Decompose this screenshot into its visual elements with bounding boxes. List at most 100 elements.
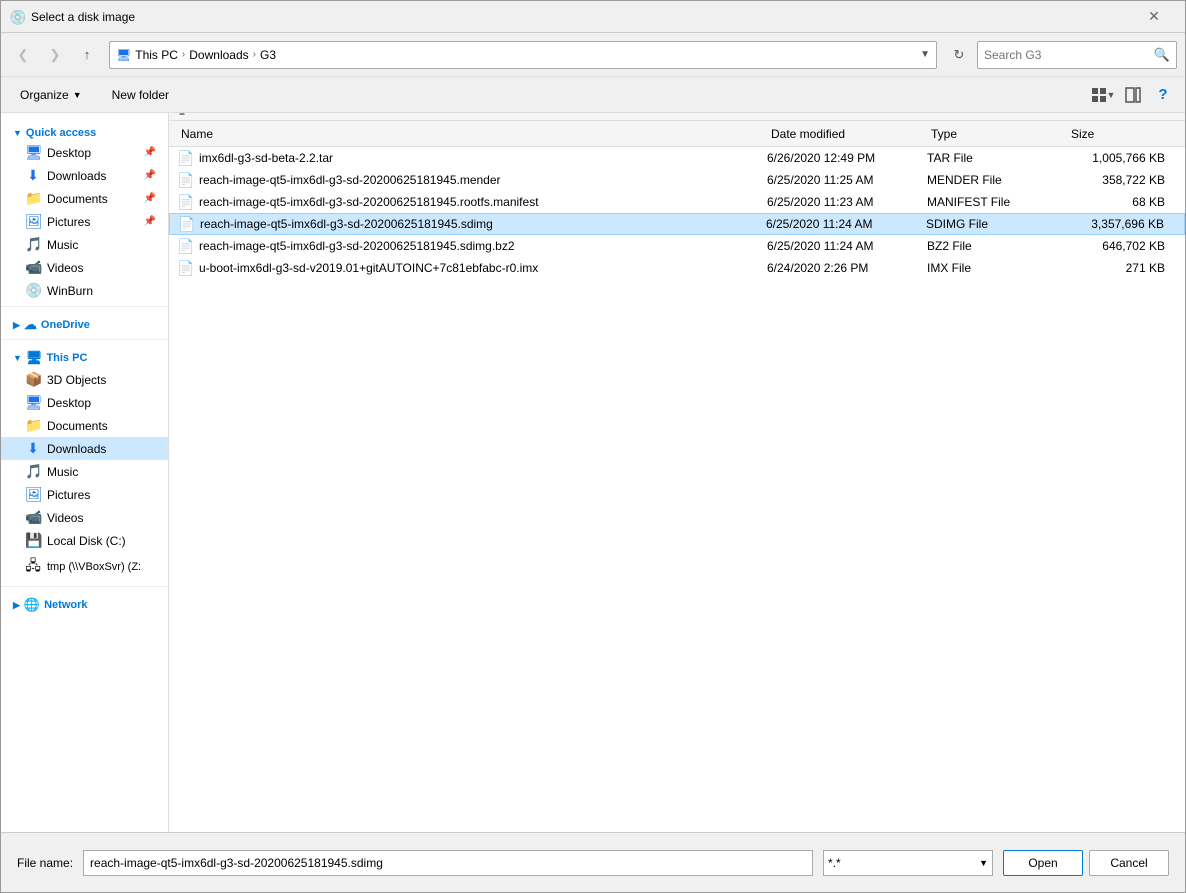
thispc-icon: 🖥 bbox=[26, 350, 43, 366]
sidebar-item-tmp-drive[interactable]: 🖧 tmp (\\VBoxSvr) (Z: bbox=[1, 552, 168, 582]
file-icon-5: 📄 bbox=[177, 260, 193, 277]
file-icon-3: 📄 bbox=[178, 216, 194, 233]
filename-label: File name: bbox=[17, 856, 73, 870]
divider-2 bbox=[1, 339, 168, 340]
sidebar-item-3dobjects[interactable]: 📦 3D Objects bbox=[1, 368, 168, 391]
col-header-name[interactable]: Name bbox=[177, 127, 767, 141]
sidebar-item-local-disk[interactable]: 💾 Local Disk (C:) bbox=[1, 529, 168, 552]
sidebar-item-music-quick[interactable]: 🎵 Music bbox=[1, 233, 168, 256]
file-name-4: reach-image-qt5-imx6dl-g3-sd-20200625181… bbox=[199, 239, 767, 253]
file-item-5[interactable]: 📄 u-boot-imx6dl-g3-sd-v2019.01+gitAUTOIN… bbox=[169, 257, 1185, 279]
breadcrumb-dropdown[interactable]: ▼ bbox=[920, 49, 930, 60]
view-icon bbox=[1091, 87, 1107, 103]
pictures-icon: 🖼 bbox=[25, 213, 41, 230]
new-folder-button[interactable]: New folder bbox=[101, 82, 180, 108]
file-item-0[interactable]: 📄 imx6dl-g3-sd-beta-2.2.tar 6/26/2020 12… bbox=[169, 147, 1185, 169]
up-button[interactable]: ↑ bbox=[73, 41, 101, 69]
action-buttons: Open Cancel bbox=[1003, 850, 1169, 876]
onedrive-header[interactable]: ▶ ☁ OneDrive bbox=[1, 311, 168, 335]
close-button[interactable]: ✕ bbox=[1131, 1, 1177, 33]
sidebar-item-pictures-quick[interactable]: 🖼 Pictures 📌 bbox=[1, 210, 168, 233]
file-type-4: BZ2 File bbox=[927, 239, 1067, 253]
col-header-date[interactable]: Date modified bbox=[767, 127, 927, 141]
file-icon-2: 📄 bbox=[177, 194, 193, 211]
file-date-5: 6/24/2020 2:26 PM bbox=[767, 261, 927, 275]
file-size-4: 646,702 KB bbox=[1067, 239, 1177, 253]
file-date-4: 6/25/2020 11:24 AM bbox=[767, 239, 927, 253]
title-bar: 💿 Select a disk image ✕ bbox=[1, 1, 1185, 33]
file-type-0: TAR File bbox=[927, 151, 1067, 165]
thispc-header[interactable]: ▼ 🖥 This PC bbox=[1, 344, 168, 368]
breadcrumb-g3[interactable]: G3 bbox=[260, 48, 276, 62]
dialog-window: 💿 Select a disk image ✕ ❮ ❯ ↑ 🖥 This PC … bbox=[0, 0, 1186, 893]
file-size-0: 1,005,766 KB bbox=[1067, 151, 1177, 165]
filetype-dropdown[interactable]: *.* ▼ bbox=[823, 850, 993, 876]
pin-icon-downloads: 📌 bbox=[144, 170, 156, 181]
file-item-1[interactable]: 📄 reach-image-qt5-imx6dl-g3-sd-202006251… bbox=[169, 169, 1185, 191]
file-icon-1: 📄 bbox=[177, 172, 193, 189]
sidebar-item-videos-quick[interactable]: 📹 Videos bbox=[1, 256, 168, 279]
videos-icon-2: 📹 bbox=[25, 509, 41, 526]
cancel-button[interactable]: Cancel bbox=[1089, 850, 1169, 876]
col-header-size[interactable]: Size bbox=[1067, 127, 1177, 141]
file-type-2: MANIFEST File bbox=[927, 195, 1067, 209]
downloads-icon: ⬇ bbox=[25, 167, 41, 184]
open-button[interactable]: Open bbox=[1003, 850, 1083, 876]
search-icon: 🔍 bbox=[1154, 47, 1170, 63]
pin-icon-documents: 📌 bbox=[144, 193, 156, 204]
preview-pane-button[interactable] bbox=[1119, 82, 1147, 108]
disk-image-icon: 💿 bbox=[9, 9, 25, 25]
sidebar-item-pictures[interactable]: 🖼 Pictures bbox=[1, 483, 168, 506]
divider-3 bbox=[1, 586, 168, 587]
sidebar-item-downloads[interactable]: ⬇ Downloads bbox=[1, 437, 168, 460]
onedrive-icon: ☁ bbox=[24, 317, 37, 333]
file-item-2[interactable]: 📄 reach-image-qt5-imx6dl-g3-sd-202006251… bbox=[169, 191, 1185, 213]
file-name-1: reach-image-qt5-imx6dl-g3-sd-20200625181… bbox=[199, 173, 767, 187]
file-type-1: MENDER File bbox=[927, 173, 1067, 187]
view-toggle-button[interactable]: ▼ bbox=[1089, 82, 1117, 108]
pin-icon-pictures: 📌 bbox=[144, 216, 156, 227]
sidebar-item-desktop[interactable]: 🖥 Desktop bbox=[1, 391, 168, 414]
sidebar-item-videos[interactable]: 📹 Videos bbox=[1, 506, 168, 529]
network-header[interactable]: ▶ 🌐 Network bbox=[1, 591, 168, 615]
sidebar-item-downloads-quick[interactable]: ⬇ Downloads 📌 bbox=[1, 164, 168, 187]
title-bar-text: Select a disk image bbox=[31, 10, 1131, 24]
videos-icon: 📹 bbox=[25, 259, 41, 276]
file-date-0: 6/26/2020 12:49 PM bbox=[767, 151, 927, 165]
breadcrumb-downloads[interactable]: Downloads bbox=[189, 48, 248, 62]
file-icon-4: 📄 bbox=[177, 238, 193, 255]
search-input[interactable] bbox=[984, 48, 1154, 62]
downloads-icon-2: ⬇ bbox=[25, 440, 41, 457]
quick-access-header[interactable]: ▼ Quick access bbox=[1, 121, 168, 141]
file-list: 📄 imx6dl-g3-sd-beta-2.2.tar 6/26/2020 12… bbox=[169, 147, 1185, 832]
documents-icon-2: 📁 bbox=[25, 417, 41, 434]
forward-button[interactable]: ❯ bbox=[41, 41, 69, 69]
file-name-5: u-boot-imx6dl-g3-sd-v2019.01+gitAUTOINC+… bbox=[199, 261, 767, 275]
sidebar-item-winburn[interactable]: 💿 WinBurn bbox=[1, 279, 168, 302]
breadcrumb-thispc[interactable]: 🖥 This PC bbox=[116, 48, 178, 62]
file-icon-0: 📄 bbox=[177, 150, 193, 167]
file-size-5: 271 KB bbox=[1067, 261, 1177, 275]
help-button[interactable]: ? bbox=[1149, 82, 1177, 108]
main-content: ▼ Quick access 🖥 Desktop 📌 ⬇ Downloads 📌… bbox=[1, 113, 1185, 832]
sidebar-item-documents-quick[interactable]: 📁 Documents 📌 bbox=[1, 187, 168, 210]
file-item-3[interactable]: 📄 reach-image-qt5-imx6dl-g3-sd-202006251… bbox=[169, 213, 1185, 235]
sidebar-item-documents[interactable]: 📁 Documents bbox=[1, 414, 168, 437]
local-disk-icon: 💾 bbox=[25, 532, 41, 549]
file-date-2: 6/25/2020 11:23 AM bbox=[767, 195, 927, 209]
desktop-icon: 🖥 bbox=[25, 144, 41, 161]
col-header-type[interactable]: Type bbox=[927, 127, 1067, 141]
breadcrumb-sep-2: › bbox=[253, 49, 256, 60]
toolbar-right: ▼ ? bbox=[1089, 82, 1177, 108]
network-icon: 🌐 bbox=[24, 597, 40, 613]
file-type-5: IMX File bbox=[927, 261, 1067, 275]
sidebar-item-desktop-quick[interactable]: 🖥 Desktop 📌 bbox=[1, 141, 168, 164]
organize-button[interactable]: Organize ▼ bbox=[9, 82, 93, 108]
refresh-button[interactable]: ↻ bbox=[945, 41, 973, 69]
filename-input[interactable] bbox=[83, 850, 813, 876]
sidebar-item-music[interactable]: 🎵 Music bbox=[1, 460, 168, 483]
file-size-3: 3,357,696 KB bbox=[1066, 217, 1176, 231]
back-button[interactable]: ❮ bbox=[9, 41, 37, 69]
search-box: 🔍 bbox=[977, 41, 1177, 69]
file-item-4[interactable]: 📄 reach-image-qt5-imx6dl-g3-sd-202006251… bbox=[169, 235, 1185, 257]
